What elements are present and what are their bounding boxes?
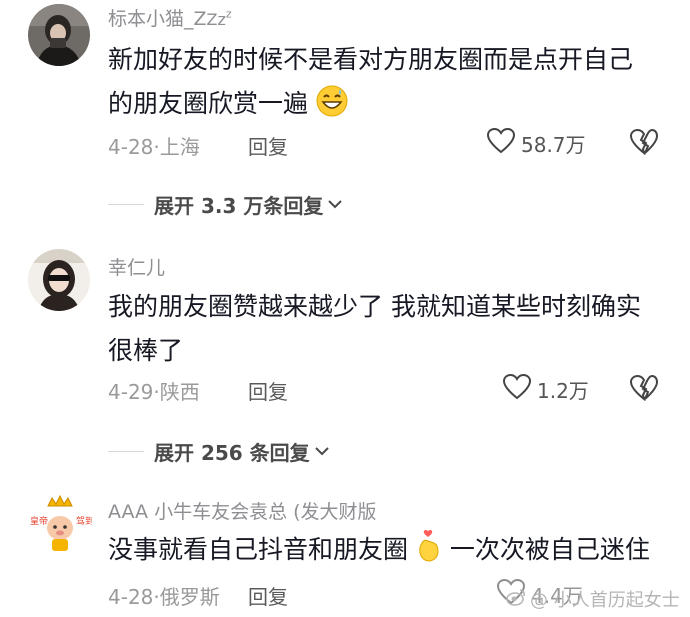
- comment-line: 的朋友圈欣赏一遍: [108, 82, 668, 131]
- expand-label: 展开 3.3 万条回复: [154, 194, 324, 218]
- weibo-icon: [506, 588, 526, 611]
- comment-date: 4-28: [108, 135, 154, 159]
- comment-meta: 4-28·上海: [108, 135, 200, 159]
- username-suffix: Zz: [206, 10, 226, 29]
- comment-line: 我的朋友圈赞越来越少了 我就知道某些时刻确实: [108, 292, 641, 321]
- expand-label: 展开 256 条回复: [154, 441, 310, 465]
- avatar-text-left: 皇帝: [30, 515, 48, 527]
- chevron-down-icon: [327, 195, 343, 214]
- comment-location: 陕西: [159, 380, 200, 404]
- avatar[interactable]: 皇帝 驾到: [28, 494, 94, 556]
- like-count: 1.2万: [537, 378, 589, 403]
- broken-heart-icon: [629, 128, 659, 159]
- avatar-text-right: 驾到: [76, 515, 92, 527]
- comment-date: 4-28: [108, 585, 154, 609]
- comment-meta: 4-28·俄罗斯: [108, 585, 220, 609]
- grinning-face-with-sweat-emoji: [316, 85, 348, 131]
- comment-text: 没事就看自己抖音和朋友圈 一次次被自己迷住: [108, 528, 668, 577]
- dislike-button[interactable]: [629, 128, 659, 159]
- chevron-down-icon: [314, 442, 330, 461]
- username-superscript: z: [225, 7, 232, 21]
- expand-replies[interactable]: 展开 3.3 万条回复: [108, 190, 343, 219]
- username-text: 标本小猫_Z: [108, 8, 207, 30]
- username[interactable]: AAA 小牛车友会袁总 (发大财版: [108, 497, 377, 524]
- dislike-button[interactable]: [629, 374, 659, 405]
- divider: [108, 204, 144, 205]
- username[interactable]: 幸仁儿: [108, 253, 165, 280]
- comment-line: 很棒了: [108, 336, 184, 365]
- like-button[interactable]: 1.2万: [502, 373, 589, 404]
- divider: [108, 451, 144, 452]
- comment-text: 新加好友的时候不是看对方朋友圈而是点开自己 的朋友圈欣赏一遍: [108, 38, 668, 131]
- heart-icon: [486, 127, 516, 158]
- comment-line-text: 的朋友圈欣赏一遍: [108, 89, 309, 118]
- comment-location: 上海: [159, 135, 200, 159]
- username[interactable]: 标本小猫_ZZzz: [108, 4, 232, 31]
- comment-date: 4-29: [108, 380, 154, 404]
- like-button[interactable]: 58.7万: [486, 127, 586, 158]
- reply-button[interactable]: 回复: [248, 131, 288, 160]
- watermark-text: @ 小人首历起女士: [530, 590, 680, 611]
- expand-replies[interactable]: 展开 256 条回复: [108, 437, 330, 466]
- broken-heart-icon: [629, 374, 659, 405]
- comment-text-part: 一次次被自己迷住: [449, 535, 650, 564]
- like-count: 58.7万: [521, 132, 586, 157]
- heart-icon: [502, 373, 532, 404]
- avatar[interactable]: [28, 4, 90, 66]
- hand-with-heart-emoji: [416, 529, 442, 577]
- comment-text: 我的朋友圈赞越来越少了 我就知道某些时刻确实 很棒了: [108, 285, 668, 373]
- avatar[interactable]: [28, 249, 90, 311]
- comment-text-part: 没事就看自己抖音和朋友圈: [108, 535, 409, 564]
- reply-button[interactable]: 回复: [248, 581, 288, 610]
- reply-button[interactable]: 回复: [248, 376, 288, 405]
- comment-meta: 4-29·陕西: [108, 380, 200, 404]
- comment-location: 俄罗斯: [159, 585, 220, 609]
- comment-line: 新加好友的时候不是看对方朋友圈而是点开自己: [108, 45, 634, 74]
- watermark: @ 小人首历起女士: [506, 586, 680, 612]
